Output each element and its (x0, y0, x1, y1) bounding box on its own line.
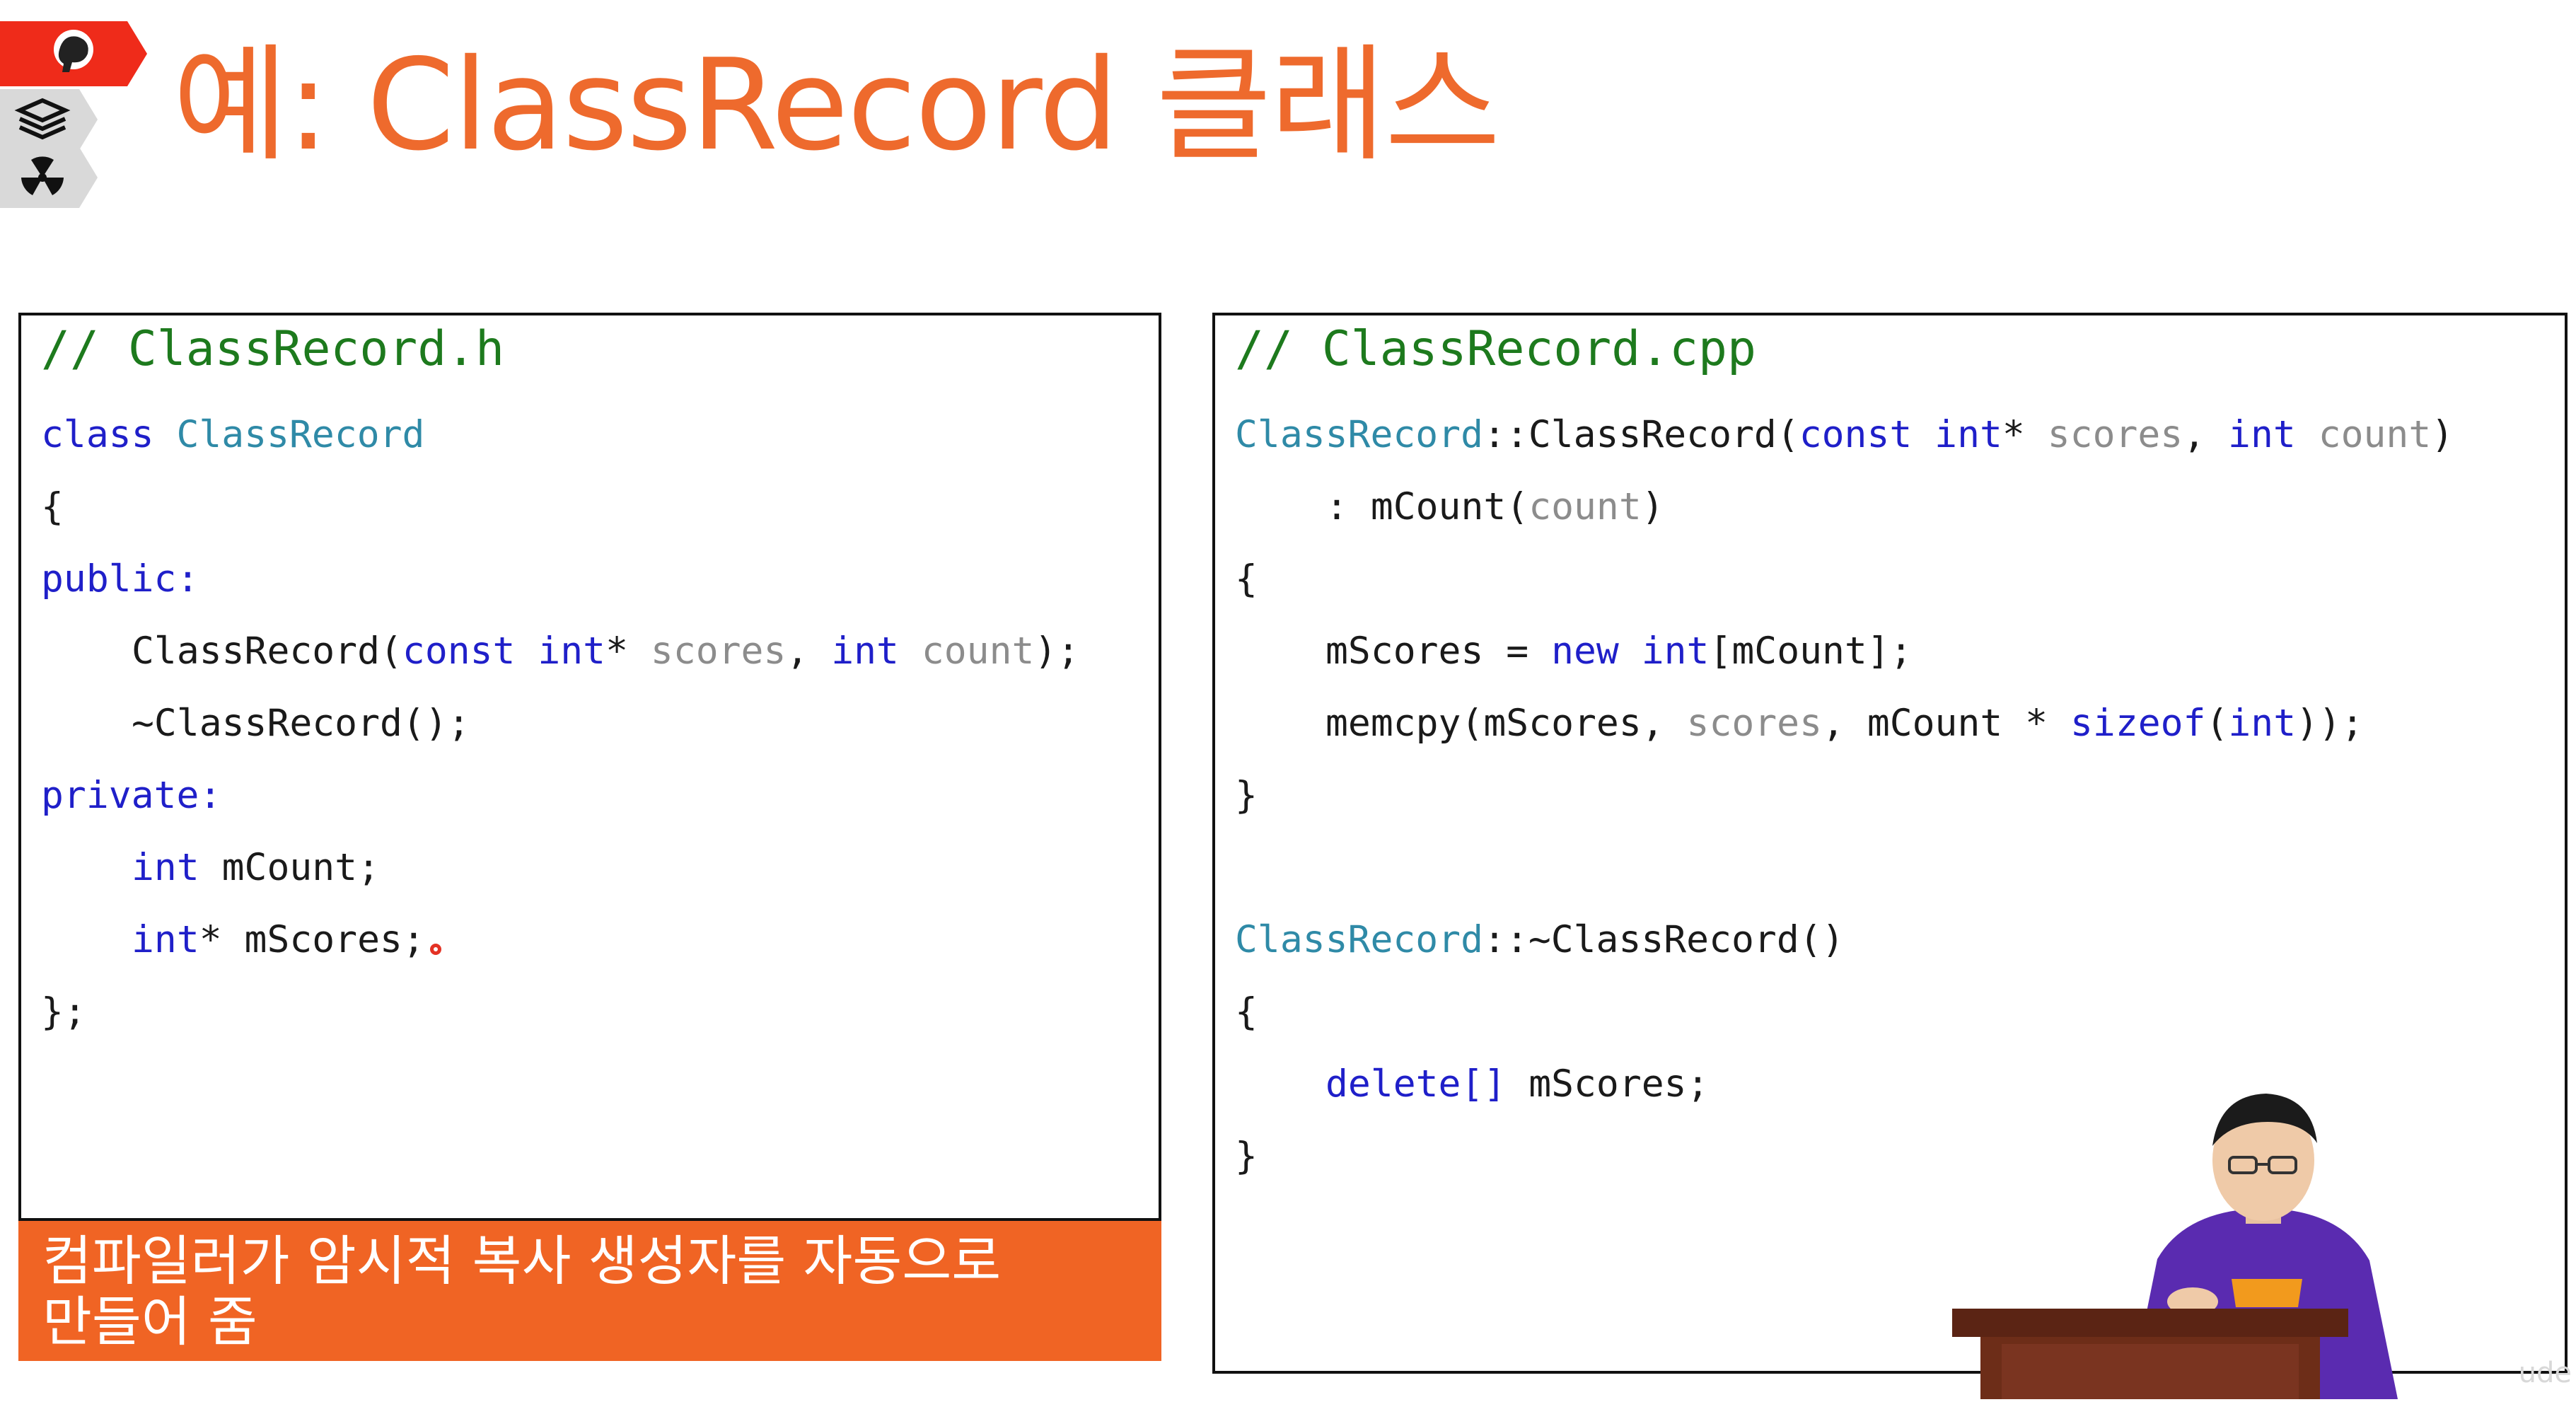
brain-icon (0, 21, 149, 86)
books-icon (0, 89, 99, 150)
code-line: ~ClassRecord(); (132, 702, 470, 745)
code-line: int mCount; (132, 846, 381, 889)
code-line: } (1235, 1135, 1258, 1178)
code-line: ClassRecord::ClassRecord(const int* scor… (1235, 413, 2454, 456)
code-line: private: (41, 774, 222, 817)
code-line: int* mScores; (132, 918, 425, 961)
radiation-icon (0, 147, 99, 208)
caption-line-2: 만들어 줌 (42, 1290, 257, 1353)
caption-line-1: 컴파일러가 암시적 복사 생성자를 자동으로 (42, 1229, 1002, 1292)
code-line: memcpy(mScores, scores, mCount * sizeof(… (1325, 702, 2364, 745)
page-title: 예: ClassRecord 클래스 (173, 32, 1500, 178)
code-line: delete[] mScores; (1325, 1062, 1710, 1106)
code-line: { (41, 485, 64, 528)
caption-banner: 컴파일러가 암시적 복사 생성자를 자동으로 만들어 줌 (18, 1221, 1161, 1361)
cursor-pointer (430, 944, 441, 955)
header-file-comment: // ClassRecord.h (41, 321, 505, 377)
presenter-image (1952, 1089, 2575, 1399)
code-line: public: (41, 557, 199, 601)
header-code-panel: // ClassRecord.h class ClassRecord { pub… (18, 313, 1161, 1221)
code-line: { (1235, 557, 1258, 601)
code-line: }; (41, 990, 86, 1033)
code-line: { (1235, 990, 1258, 1033)
code-line: } (1235, 774, 1258, 817)
code-line: mScores = new int[mCount]; (1325, 630, 1913, 673)
cpp-file-comment: // ClassRecord.cpp (1235, 321, 1756, 377)
code-line: : mCount(count) (1325, 485, 1664, 528)
watermark: ude (2518, 1357, 2572, 1389)
code-line: class ClassRecord (41, 413, 425, 456)
code-line: ClassRecord(const int* scores, int count… (132, 630, 1080, 673)
code-line: ClassRecord::~ClassRecord() (1235, 918, 1845, 961)
